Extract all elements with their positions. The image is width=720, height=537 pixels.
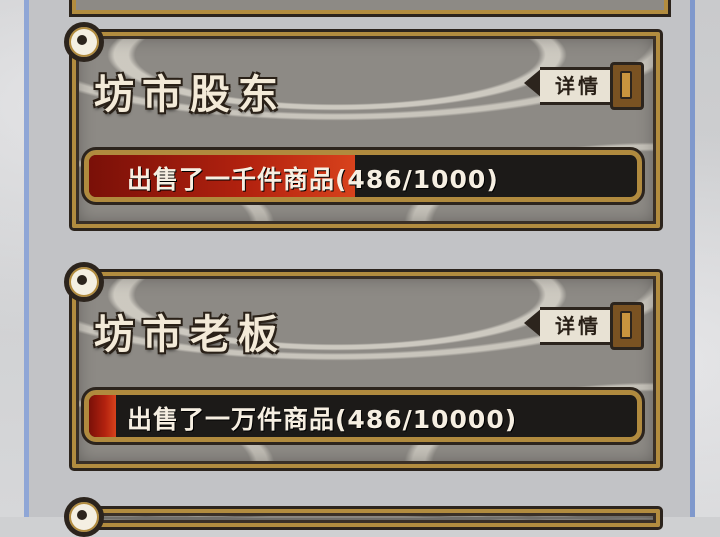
progress-label: 出售了一千件商品(486/1000) [127,165,499,194]
previous-card-edge [69,0,671,17]
card-panel [69,506,663,530]
next-card-edge [64,497,663,537]
pin-icon [64,22,104,62]
progress-fill [89,395,116,437]
details-label: 详情 [555,74,601,98]
details-button[interactable]: 详情 [524,302,644,350]
sword-hilt-icon [610,302,644,350]
progress-label: 出售了一万件商品(486/10000) [127,405,518,434]
pin-icon [64,262,104,302]
pin-icon [64,497,104,537]
achievement-title: 坊市股东 [94,71,286,118]
details-label: 详情 [555,314,601,338]
list-left-border [24,0,29,517]
achievement-title: 坊市老板 [94,311,286,358]
achievement-card: 坊市老板 详情 出售了一万件商品(486/10000) [64,262,663,471]
progress-bar: 出售了一千件商品(486/1000) [81,147,645,205]
sword-hilt-icon [610,62,644,110]
progress-bar: 出售了一万件商品(486/10000) [81,387,645,445]
details-button[interactable]: 详情 [524,62,644,110]
achievement-card: 坊市股东 详情 出售了一千件商品(486/1000) [64,22,663,231]
list-right-border [690,0,695,517]
